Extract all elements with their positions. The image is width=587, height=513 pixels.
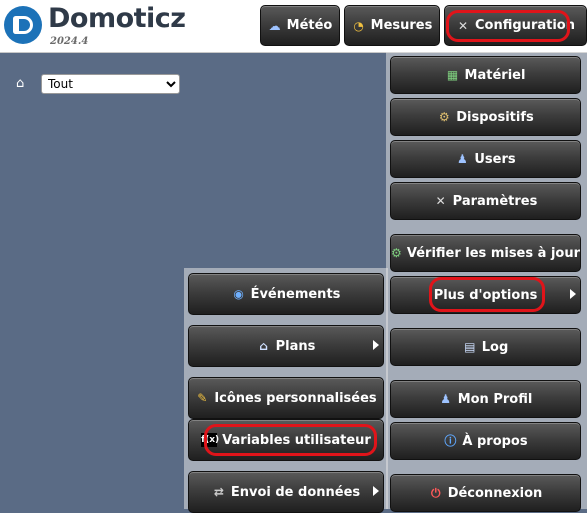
gauge-icon: ◔ [353, 18, 364, 33]
tools-icon: ✕ [457, 18, 469, 33]
brand-name: Domoticz [48, 3, 186, 34]
evenements-label: Événements [250, 286, 341, 302]
function-icon: f(x) [201, 433, 220, 447]
home-icon: ⌂ [259, 339, 268, 353]
menu-item-verifier-mises-a-jour[interactable]: ⚙ Vérifier les mises à jour [390, 234, 581, 272]
menu-item-mon-profil[interactable]: ♟ Mon Profil [390, 380, 581, 418]
info-icon: ⓘ [444, 434, 457, 448]
mesures-button[interactable]: ◔ Mesures [344, 5, 440, 46]
menu-item-dispositifs[interactable]: ⚙ Dispositifs [390, 98, 581, 136]
submenu-item-variables[interactable]: f(x) Variables utilisateur [188, 419, 384, 461]
domoticz-logo-icon[interactable] [4, 6, 42, 44]
deconnexion-label: Déconnexion [447, 485, 543, 501]
meteo-label: Météo [286, 18, 333, 33]
configuration-button[interactable]: ✕ Configuration [444, 5, 587, 46]
a-propos-label: À propos [462, 433, 528, 449]
configuration-label: Configuration [475, 18, 575, 33]
log-label: Log [481, 339, 509, 355]
menu-item-a-propos[interactable]: ⓘ À propos [390, 422, 581, 460]
dispositifs-label: Dispositifs [456, 109, 534, 125]
mesures-label: Mesures [370, 18, 433, 33]
plans-label: Plans [275, 338, 316, 354]
plus-options-label: Plus d'options [433, 287, 538, 303]
transfer-icon: ⇄ [213, 485, 224, 499]
brand-version: 2024.4 [50, 36, 89, 47]
room-filter-select[interactable]: Tout [41, 74, 180, 94]
hardware-icon: ▦ [446, 68, 459, 82]
custom-icons-icon: ✎ [197, 391, 208, 405]
submenu-item-icones[interactable]: ✎ Icônes personnalisées [188, 377, 384, 419]
submenu-item-envoi[interactable]: ⇄ Envoi de données [188, 471, 384, 513]
submenu-item-evenements[interactable]: ◉ Événements [188, 273, 384, 315]
menu-item-parametres[interactable]: ✕ Paramètres [390, 182, 581, 220]
weather-icon: ☁ [268, 18, 281, 33]
meteo-button[interactable]: ☁ Météo [260, 5, 340, 46]
variables-label: Variables utilisateur [222, 432, 371, 448]
room-filter-icon: ⌂ [16, 76, 25, 91]
log-icon: ▤ [464, 340, 476, 354]
gear-icon: ⚙ [438, 110, 450, 124]
menu-item-users[interactable]: ♟ Users [390, 140, 581, 178]
envoi-label: Envoi de données [230, 484, 361, 500]
menu-item-log[interactable]: ▤ Log [390, 328, 581, 366]
icones-label: Icônes personnalisées [214, 390, 377, 406]
profile-icon: ♟ [440, 392, 452, 406]
app-header: Domoticz 2024.4 ☁ Météo ◔ Mesures ✕ Conf… [0, 0, 587, 53]
submenu-arrow-icon [373, 340, 379, 350]
user-icon: ♟ [456, 152, 468, 166]
users-label: Users [474, 151, 516, 167]
materiel-label: Matériel [464, 67, 526, 83]
mon-profil-label: Mon Profil [457, 391, 533, 407]
submenu-item-plans[interactable]: ⌂ Plans [188, 325, 384, 367]
parametres-label: Paramètres [452, 193, 538, 209]
menu-item-deconnexion[interactable]: ⏻ Déconnexion [390, 474, 581, 512]
submenu-arrow-icon [373, 486, 379, 496]
tools-icon: ✕ [435, 194, 446, 208]
power-icon: ⏻ [430, 486, 441, 500]
menu-item-materiel[interactable]: ▦ Matériel [390, 56, 581, 94]
events-icon: ◉ [233, 287, 244, 301]
verifier-label: Vérifier les mises à jour [406, 245, 580, 261]
update-gear-icon: ⚙ [391, 246, 402, 260]
submenu-arrow-icon [570, 289, 576, 299]
menu-item-plus-options[interactable]: Plus d'options [390, 276, 581, 314]
